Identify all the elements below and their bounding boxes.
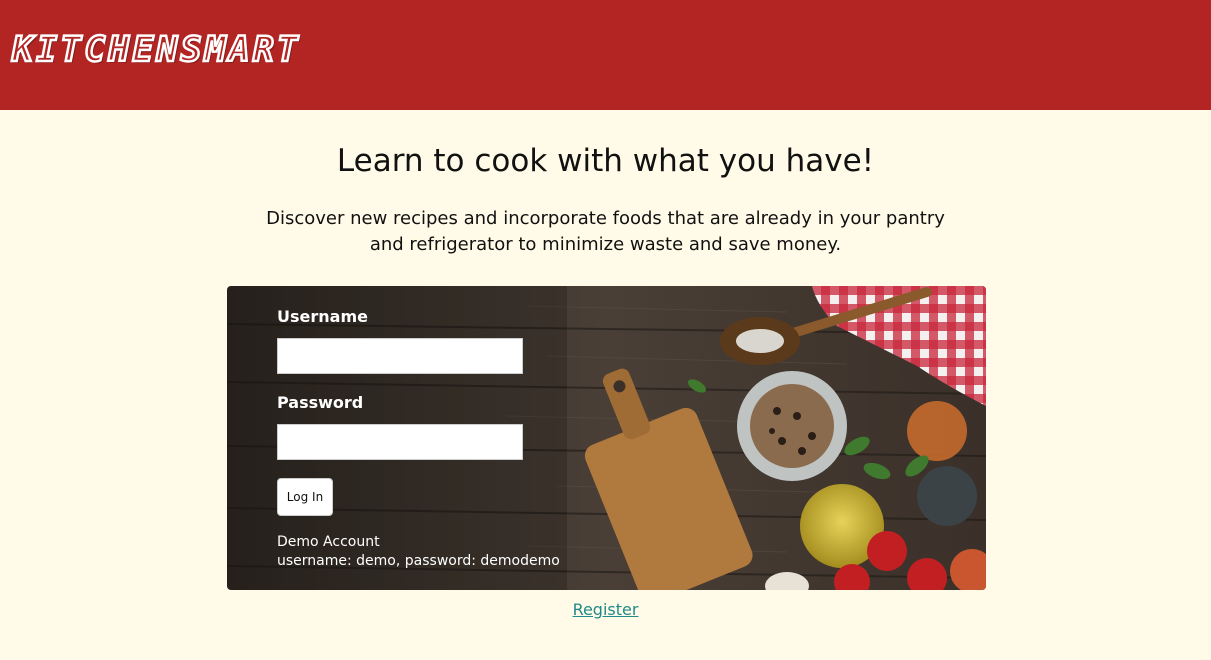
register-link[interactable]: Register [573,600,639,619]
demo-account-title: Demo Account [277,534,380,550]
register-container: Register [0,600,1211,619]
password-label: Password [277,393,364,412]
password-input[interactable] [277,424,523,460]
username-label: Username [277,307,368,326]
demo-account-credentials: username: demo, password: demodemo [277,553,560,569]
login-panel: Username Password Log In Demo Account us… [227,286,986,590]
login-button[interactable]: Log In [277,478,333,516]
brand-logo[interactable]: KITCHENSMART [11,29,301,72]
page-title: Learn to cook with what you have! [336,143,875,179]
site-header: KITCHENSMART [0,0,1211,110]
username-input[interactable] [277,338,523,374]
demo-account-info: Demo Account username: demo, password: d… [277,533,560,571]
page-description: Discover new recipes and incorporate foo… [266,208,945,255]
